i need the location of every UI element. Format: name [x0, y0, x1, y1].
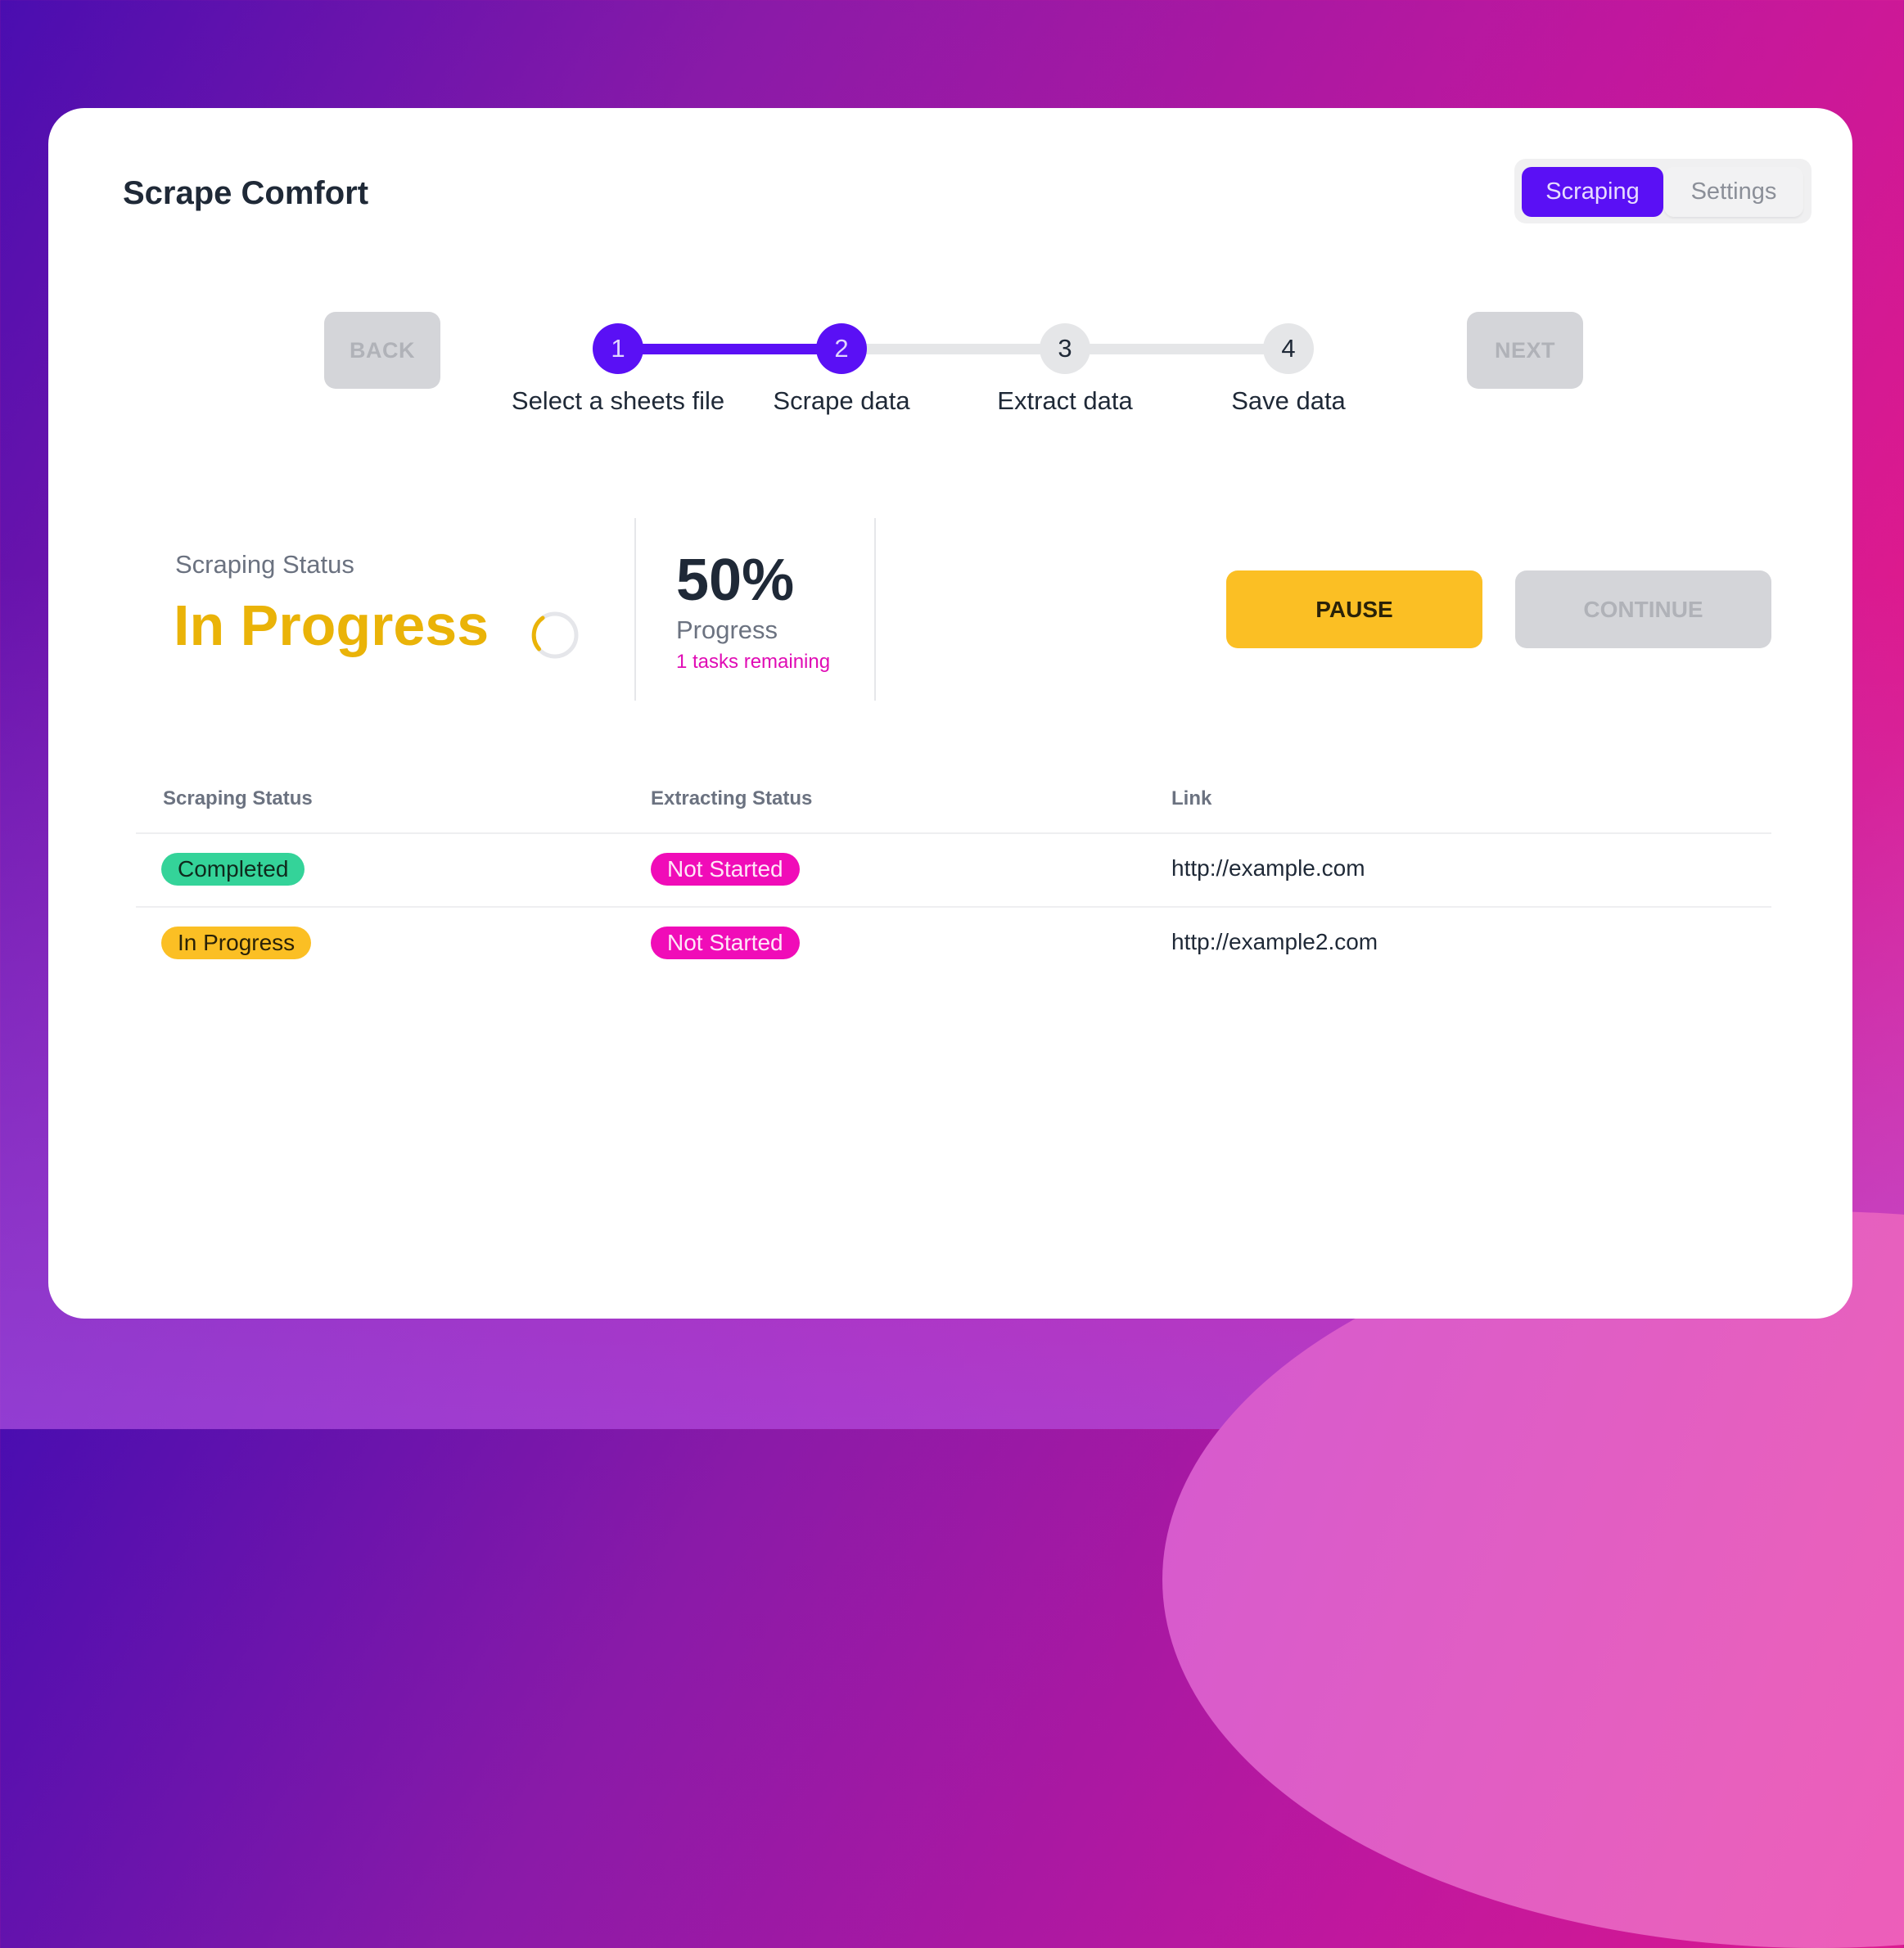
step-2-label: Scrape data [773, 386, 910, 415]
app-window: Scrape Comfort Scraping Settings BACK NE… [48, 108, 1852, 1319]
row-link[interactable]: http://example2.com [1171, 929, 1378, 955]
tasks-remaining: 1 tasks remaining [676, 651, 831, 673]
stat-divider [874, 518, 876, 701]
scraping-status-label: Scraping Status [175, 550, 354, 579]
tab-settings[interactable]: Settings [1664, 167, 1803, 217]
app-title: Scrape Comfort [123, 175, 369, 211]
step-4-label: Save data [1231, 386, 1346, 415]
step-1-circle[interactable]: 1 [593, 323, 643, 374]
row-link[interactable]: http://example.com [1171, 855, 1365, 882]
back-button[interactable]: BACK [324, 312, 440, 389]
loading-spinner-icon [531, 611, 579, 659]
next-button[interactable]: NEXT [1467, 312, 1583, 389]
column-header-link[interactable]: Link [1171, 787, 1211, 810]
progress-label: Progress [676, 616, 778, 644]
progress-percent: 50% [676, 548, 795, 613]
column-header-extracting-status[interactable]: Extracting Status [651, 787, 812, 810]
column-header-scraping-status[interactable]: Scraping Status [163, 787, 313, 810]
step-1-label: Select a sheets file [511, 386, 725, 415]
scraping-status-value: In Progress [174, 593, 490, 657]
table-divider [136, 906, 1771, 908]
step-3-label: Extract data [997, 386, 1133, 415]
scraping-status-badge: Completed [161, 853, 305, 886]
pause-button[interactable]: PAUSE [1226, 570, 1482, 648]
tab-bar: Scraping Settings [1514, 159, 1812, 223]
scraping-status-badge: In Progress [161, 927, 312, 959]
stat-divider [634, 518, 636, 701]
extracting-status-badge: Not Started [651, 853, 800, 886]
stepper-track-done [618, 344, 841, 354]
step-4-circle[interactable]: 4 [1263, 323, 1314, 374]
step-2-circle[interactable]: 2 [816, 323, 867, 374]
continue-button[interactable]: CONTINUE [1515, 570, 1771, 648]
step-3-circle[interactable]: 3 [1040, 323, 1090, 374]
table-divider [136, 832, 1771, 834]
tab-scraping[interactable]: Scraping [1522, 167, 1663, 217]
extracting-status-badge: Not Started [651, 927, 800, 959]
